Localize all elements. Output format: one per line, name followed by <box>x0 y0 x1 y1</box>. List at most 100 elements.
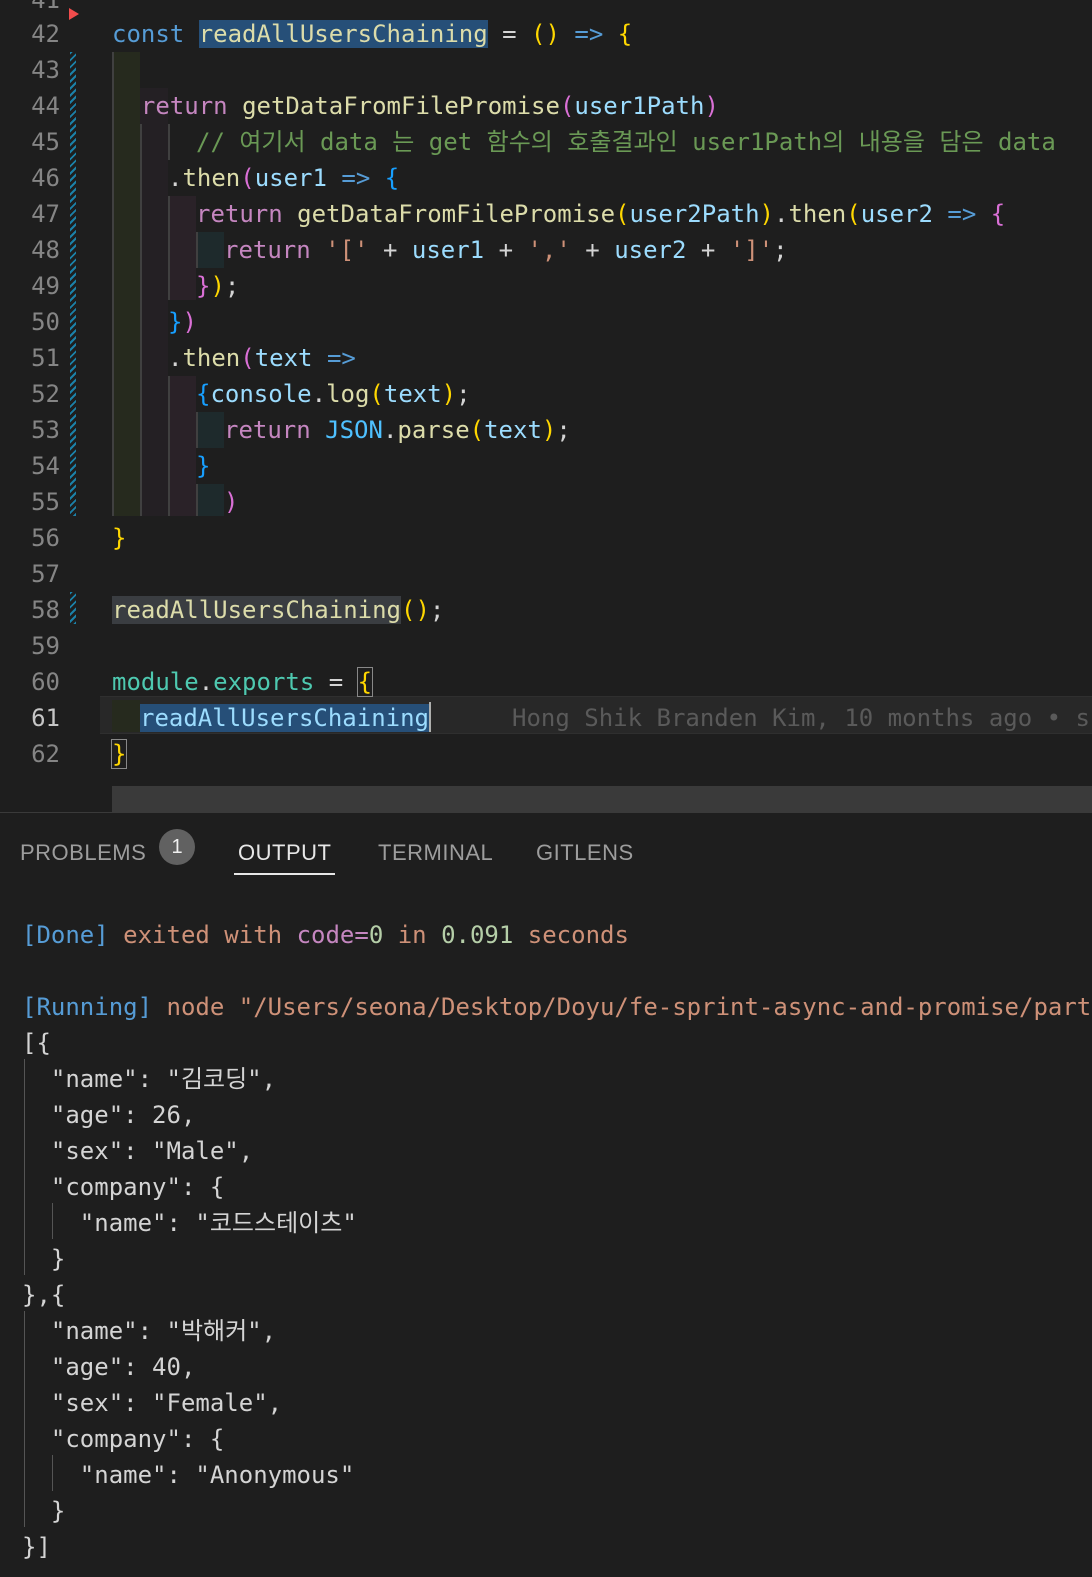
token-method: parse <box>397 416 469 444</box>
line-number: 59 <box>0 628 60 664</box>
line-number: 47 <box>0 196 60 232</box>
output-json-line: "age": 26, <box>22 1097 195 1133</box>
output-json-line: } <box>22 1241 65 1277</box>
token-method: log <box>326 380 369 408</box>
code-line[interactable]: }); <box>196 268 239 304</box>
line-number: 43 <box>0 52 60 88</box>
code-line[interactable]: .then(user1 => { <box>168 160 399 196</box>
line-number-active: 61 <box>0 700 60 736</box>
indent-band <box>112 700 140 732</box>
output-text: in <box>398 921 427 949</box>
token-operator: = <box>329 668 343 696</box>
token-bracket-matched: } <box>112 740 126 768</box>
breakpoint-arrow-icon[interactable] <box>69 8 79 20</box>
token-operator: + <box>383 236 397 264</box>
token-bracket: ) <box>442 380 456 408</box>
token-bracket: ) <box>704 92 718 120</box>
output-text: exited with <box>123 921 282 949</box>
token-bracket: { <box>385 164 399 192</box>
code-comment[interactable]: // 여기서 data 는 get 함수의 호출결과인 user1Path의 내… <box>196 124 1056 160</box>
code-line[interactable]: {console.log(text); <box>196 376 471 412</box>
token-bracket-matched: { <box>358 668 372 696</box>
running-tag: [Running] <box>22 993 152 1021</box>
code-line[interactable]: return getDataFromFilePromise(user1Path) <box>112 88 719 124</box>
indent-guide <box>168 196 170 300</box>
token-bracket: () <box>531 20 560 48</box>
token-bracket: ) <box>182 308 196 336</box>
token-constant: JSON <box>325 416 383 444</box>
line-number: 50 <box>0 304 60 340</box>
token-bracket: ) <box>415 596 429 624</box>
line-number: 42 <box>0 16 60 52</box>
token-dot: . <box>168 344 182 372</box>
token-function-call: getDataFromFilePromise <box>242 92 560 120</box>
token-param: text <box>255 344 313 372</box>
token-bracket: ) <box>224 484 238 520</box>
output-json-line: "name": "박해커", <box>22 1313 276 1349</box>
code-line[interactable]: }) <box>168 304 197 340</box>
token-bracket: ( <box>240 164 254 192</box>
code-line[interactable]: return JSON.parse(text); <box>224 412 571 448</box>
token-arrow: => <box>327 344 356 372</box>
tab-problems[interactable]: PROBLEMS <box>20 835 146 871</box>
code-line[interactable]: readAllUsersChaining(); <box>112 592 444 628</box>
line-number: 46 <box>0 160 60 196</box>
code-line[interactable]: const readAllUsersChaining = () => { <box>112 16 632 52</box>
git-blame-annotation[interactable]: Hong Shik Branden Kim, 10 months ago • s <box>512 700 1090 736</box>
token-dot: . <box>383 416 397 444</box>
token-variable: readAllUsersChaining <box>140 704 429 732</box>
indent-band <box>196 412 224 448</box>
code-line[interactable]: return '[' + user1 + ',' + user2 + ']'; <box>224 232 788 268</box>
token-bracket: ( <box>846 200 860 228</box>
output-json-line: "age": 40, <box>22 1349 195 1385</box>
code-line-active[interactable]: readAllUsersChaining <box>140 700 431 736</box>
output-done-line: [Done] exited with code=0 in 0.091 secon… <box>22 917 629 953</box>
tab-gitlens[interactable]: GITLENS <box>536 835 634 871</box>
token-function-call: readAllUsersChaining <box>112 596 401 624</box>
horizontal-scrollbar[interactable] <box>112 786 1092 812</box>
token-param: user1 <box>255 164 327 192</box>
token-variable: user1 <box>412 236 484 264</box>
line-number: 44 <box>0 88 60 124</box>
token-function-name: readAllUsersChaining <box>199 20 488 48</box>
indent-band <box>168 196 196 300</box>
token-string: ',' <box>527 236 570 264</box>
token-arrow: => <box>947 200 976 228</box>
token-keyword: return <box>196 200 283 228</box>
output-text: seconds <box>528 921 629 949</box>
line-number: 55 <box>0 484 60 520</box>
output-code-value: 0 <box>369 921 383 949</box>
line-number: 58 <box>0 592 60 628</box>
token-variable: text <box>484 416 542 444</box>
code-editor[interactable]: 41 42 43 44 45 46 47 48 49 50 51 52 53 5… <box>0 0 1092 812</box>
token-bracket: } <box>112 520 126 556</box>
line-number: 62 <box>0 736 60 772</box>
running-command: node "/Users/seona/Desktop/Doyu/fe-sprin… <box>167 993 1092 1021</box>
code-line[interactable]: return getDataFromFilePromise(user2Path)… <box>196 196 1005 232</box>
tab-label: TERMINAL <box>378 840 493 865</box>
output-json-line: "name": "김코딩", <box>22 1061 276 1097</box>
code-line[interactable]: module.exports = { <box>112 664 372 700</box>
indent-guide <box>196 484 198 516</box>
token-semicolon: ; <box>225 272 239 300</box>
tab-output[interactable]: OUTPUT <box>238 835 331 871</box>
git-modified-gutter[interactable] <box>70 592 76 624</box>
token-keyword: return <box>224 416 311 444</box>
token-variable: console <box>210 380 311 408</box>
output-json-line: "company": { <box>22 1421 224 1457</box>
output-json-line: },{ <box>22 1277 65 1313</box>
code-line[interactable]: } <box>112 736 126 772</box>
line-number: 49 <box>0 268 60 304</box>
tab-label: PROBLEMS <box>20 840 146 865</box>
output-code-label: code= <box>297 921 369 949</box>
token-variable: text <box>384 380 442 408</box>
output-json-line: "name": "Anonymous" <box>22 1457 354 1493</box>
code-line[interactable]: .then(text => <box>168 340 356 376</box>
tab-terminal[interactable]: TERMINAL <box>378 835 493 871</box>
token-method: then <box>788 200 846 228</box>
output-json-line: [{ <box>22 1025 51 1061</box>
git-modified-gutter[interactable] <box>70 52 76 516</box>
token-keyword: return <box>224 236 311 264</box>
token-keyword: return <box>141 92 228 120</box>
tab-label: GITLENS <box>536 840 634 865</box>
